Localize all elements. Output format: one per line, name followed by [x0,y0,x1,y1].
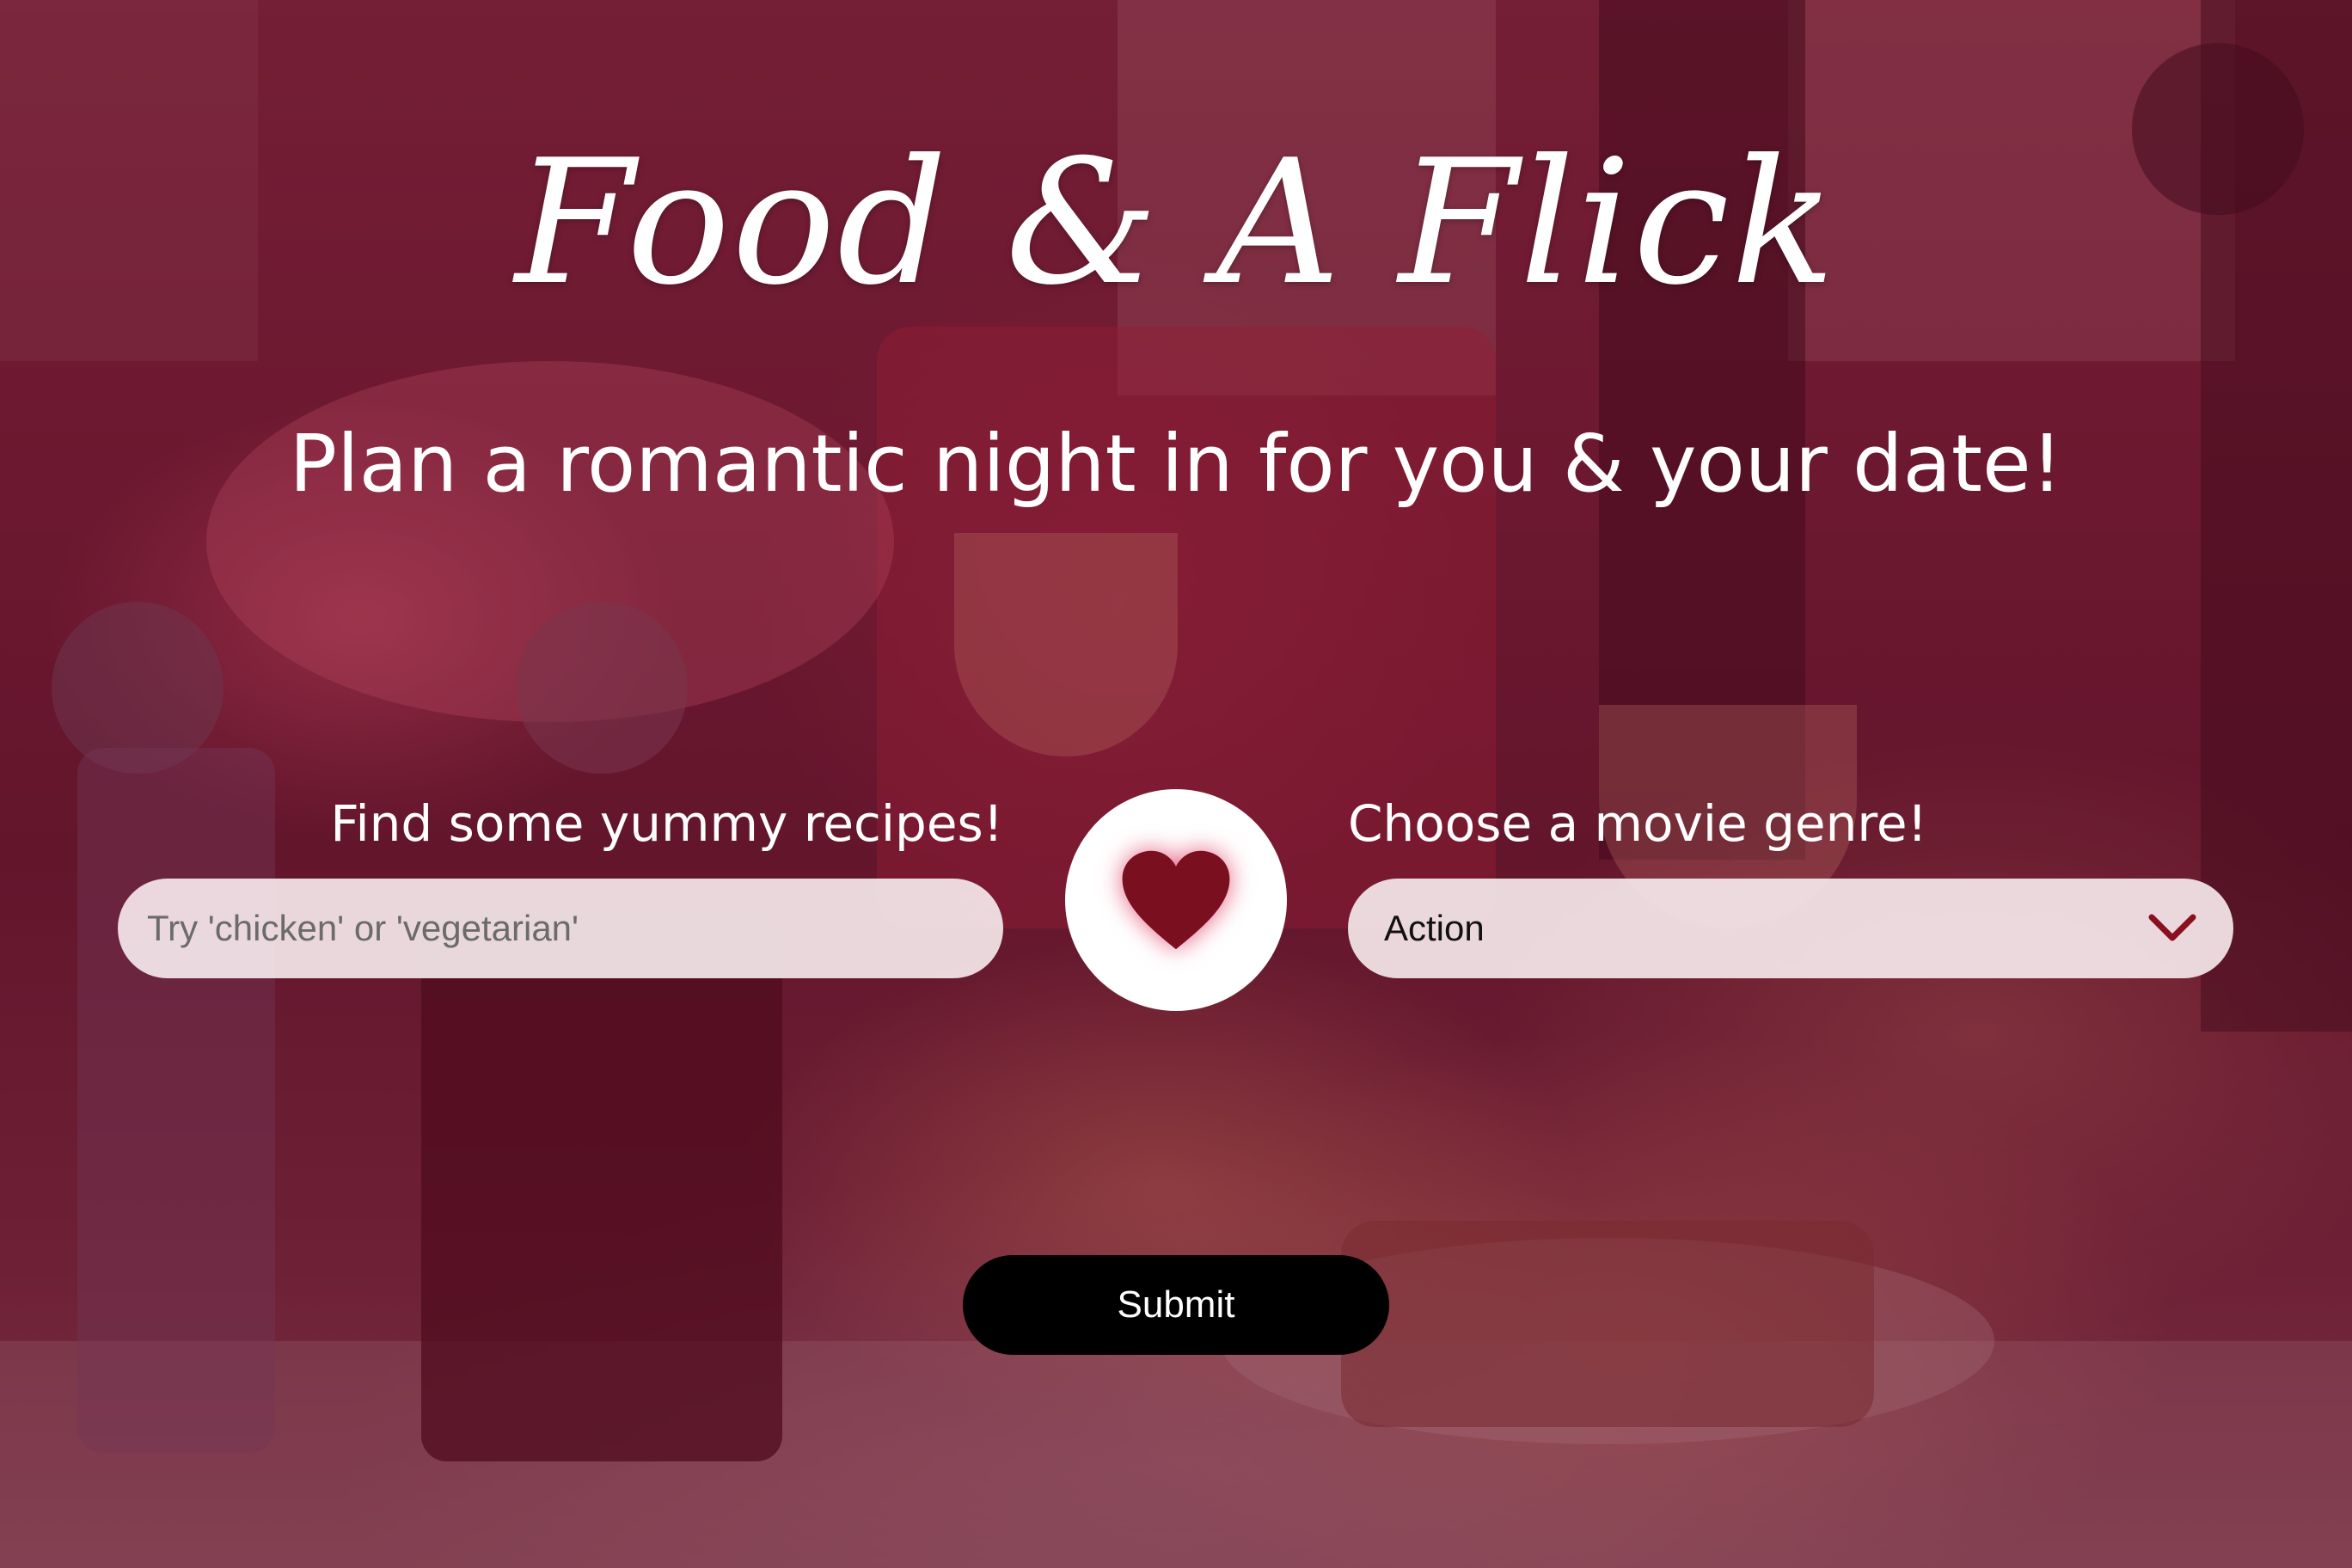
movie-genre-label: Choose a movie genre! [1348,794,1927,853]
page-subtitle: Plan a romantic night in for you & your … [289,418,2063,510]
recipes-label: Find some yummy recipes! [330,794,1003,853]
heart-badge [1065,789,1287,1011]
page: Food & A Flick Plan a romantic night in … [0,0,2352,1568]
heart-icon [1122,850,1230,950]
genre-selected-value: Action [1384,908,1485,948]
recipe-search-input[interactable] [118,879,1003,978]
movie-genre-select[interactable]: Action [1348,879,2233,978]
submit-button[interactable]: Submit [963,1255,1389,1355]
chevron-down-icon [2148,914,2196,941]
page-title: Food & A Flick [515,123,1837,323]
